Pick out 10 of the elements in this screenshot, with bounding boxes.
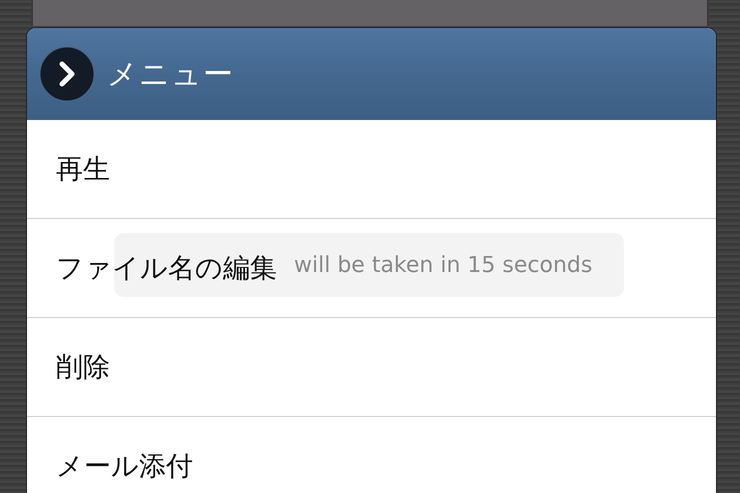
menu-item-label: 再生 — [56, 153, 110, 187]
chevron-icon — [39, 46, 95, 102]
menu-item[interactable]: 削除 — [27, 318, 716, 417]
menu-item-label: 削除 — [56, 351, 110, 385]
toast-text: will be taken in 15 seconds — [294, 252, 592, 278]
menu-item-label: ファイル名の編集 — [56, 252, 277, 286]
menu-item[interactable]: 再生 — [27, 120, 716, 219]
menu-item[interactable]: メール添付 — [27, 417, 716, 493]
dialog-title: メニュー — [107, 56, 234, 94]
menu-item-label: メール添付 — [56, 450, 193, 484]
